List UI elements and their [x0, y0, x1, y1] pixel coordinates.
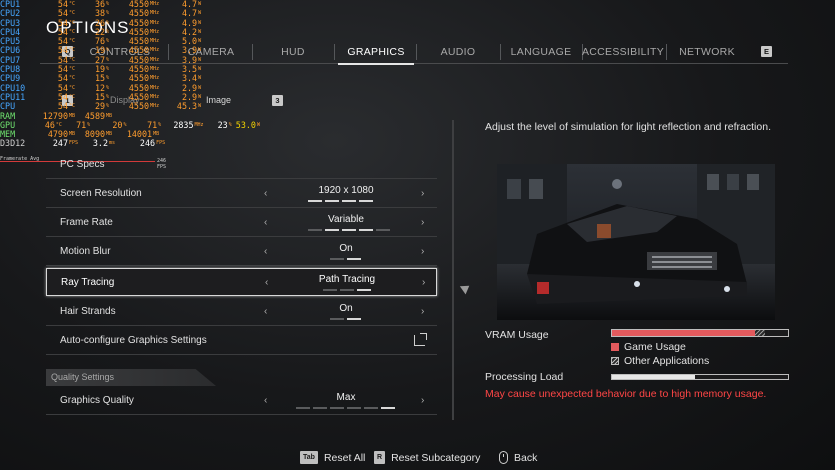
row-label: Screen Resolution: [60, 188, 142, 199]
performance-overlay: CPU1 54 °C 36% 4550 MHz 4.7 W CPU2 54 °C 38% 4550 MHz…: [0, 0, 260, 149]
value-ticks: [296, 407, 395, 409]
reset-all-label: Reset All: [323, 451, 366, 464]
other-apps-legend: Other Applications: [624, 355, 710, 367]
chevron-right-icon[interactable]: ›: [421, 395, 424, 406]
osd-d3d-row: D3D12 247 FPS 3.2 ms 246 FPS: [0, 138, 166, 149]
processing-load-label: Processing Load: [485, 371, 564, 383]
row-pc-specs[interactable]: PC Specs: [46, 151, 437, 179]
mouse-cursor-icon: [459, 281, 473, 295]
vram-game-fill: [612, 330, 755, 336]
back-button[interactable]: Back: [499, 451, 537, 464]
tab-key-icon: Tab: [300, 451, 318, 464]
framerate-graph-label: Framerate Avg: [0, 156, 40, 162]
reset-subcategory-button[interactable]: R Reset Subcategory: [374, 451, 480, 464]
tab-network[interactable]: NETWORK: [670, 40, 744, 64]
chevron-left-icon[interactable]: ‹: [264, 188, 267, 199]
key-3-icon: 3: [272, 95, 283, 106]
game-usage-legend: Game Usage: [624, 341, 686, 353]
row-value: Variable: [328, 214, 364, 225]
tab-audio[interactable]: AUDIO: [420, 40, 496, 64]
section-quality-settings: Quality Settings: [46, 369, 114, 386]
mouse-icon: [499, 451, 508, 464]
row-label: PC Specs: [60, 159, 105, 170]
row-label: Frame Rate: [60, 217, 113, 228]
row-value: 1920 x 1080: [318, 185, 374, 196]
tab-language[interactable]: LANGUAGE: [504, 40, 578, 64]
back-label: Back: [514, 451, 538, 464]
value-ticks: [323, 289, 371, 291]
vram-usage-bar: [611, 329, 789, 337]
value-ticks: [308, 229, 390, 231]
value-ticks: [330, 258, 361, 260]
vram-usage-label: VRAM Usage: [485, 329, 549, 341]
chevron-right-icon[interactable]: ›: [421, 246, 424, 257]
external-link-icon: [414, 333, 427, 346]
row-value: Path Tracing: [318, 274, 376, 285]
row-auto-configure[interactable]: Auto-configure Graphics Settings: [46, 327, 437, 355]
chevron-right-icon[interactable]: ›: [421, 306, 424, 317]
vram-other-fill: [754, 330, 766, 336]
chevron-left-icon[interactable]: ‹: [264, 306, 267, 317]
row-value: Max: [336, 392, 356, 403]
row-label: Auto-configure Graphics Settings: [60, 335, 207, 346]
key-e-icon: E: [761, 46, 772, 57]
tab-graphics[interactable]: GRAPHICS: [338, 40, 414, 65]
tab-accessibility[interactable]: ACCESSIBILITY: [582, 40, 664, 64]
chevron-right-icon[interactable]: ›: [421, 188, 424, 199]
row-label: Motion Blur: [60, 246, 111, 257]
reset-subcategory-label: Reset Subcategory: [391, 451, 481, 464]
tab-hud[interactable]: HUD: [256, 40, 330, 64]
row-label: Ray Tracing: [61, 277, 115, 288]
row-frame-rate[interactable]: Frame Rate ‹ Variable ›: [46, 209, 437, 237]
value-ticks: [308, 200, 373, 202]
chevron-right-icon[interactable]: ›: [422, 277, 425, 288]
chevron-left-icon[interactable]: ‹: [264, 246, 267, 257]
panel-divider: [452, 120, 454, 420]
row-hair-strands[interactable]: Hair Strands ‹ On ›: [46, 298, 437, 326]
row-value: On: [339, 303, 353, 314]
chevron-right-icon[interactable]: ›: [421, 217, 424, 228]
memory-warning: May cause unexpected behavior due to hig…: [485, 388, 767, 400]
setting-description: Adjust the level of simulation for light…: [485, 121, 771, 133]
value-ticks: [330, 318, 361, 320]
row-graphics-quality[interactable]: Graphics Quality ‹ Max ›: [46, 387, 437, 415]
row-screen-resolution[interactable]: Screen Resolution ‹ 1920 x 1080 ›: [46, 180, 437, 208]
other-apps-swatch: [611, 357, 619, 365]
r-key-icon: R: [374, 451, 386, 464]
chevron-left-icon[interactable]: ‹: [265, 277, 268, 288]
chevron-left-icon[interactable]: ‹: [264, 395, 267, 406]
row-ray-tracing[interactable]: Ray Tracing ‹ Path Tracing ›: [46, 268, 437, 296]
row-motion-blur[interactable]: Motion Blur ‹ On ›: [46, 238, 437, 266]
chevron-left-icon[interactable]: ‹: [264, 217, 267, 228]
processing-load-bar: [611, 374, 789, 380]
row-label: Hair Strands: [60, 306, 116, 317]
preview-image: [497, 164, 775, 320]
osd-cpu-row: CPU 54 °C 29% 4550 MHz 45.3 W: [0, 101, 202, 112]
reset-all-button[interactable]: Tab Reset All: [300, 451, 365, 464]
osd-mem-row: MEM 4790 MB 8090 MB 14001 MB: [0, 129, 160, 140]
row-value: On: [339, 243, 353, 254]
game-usage-swatch: [611, 343, 619, 351]
processing-load-fill: [612, 375, 695, 379]
row-label: Graphics Quality: [60, 395, 134, 406]
